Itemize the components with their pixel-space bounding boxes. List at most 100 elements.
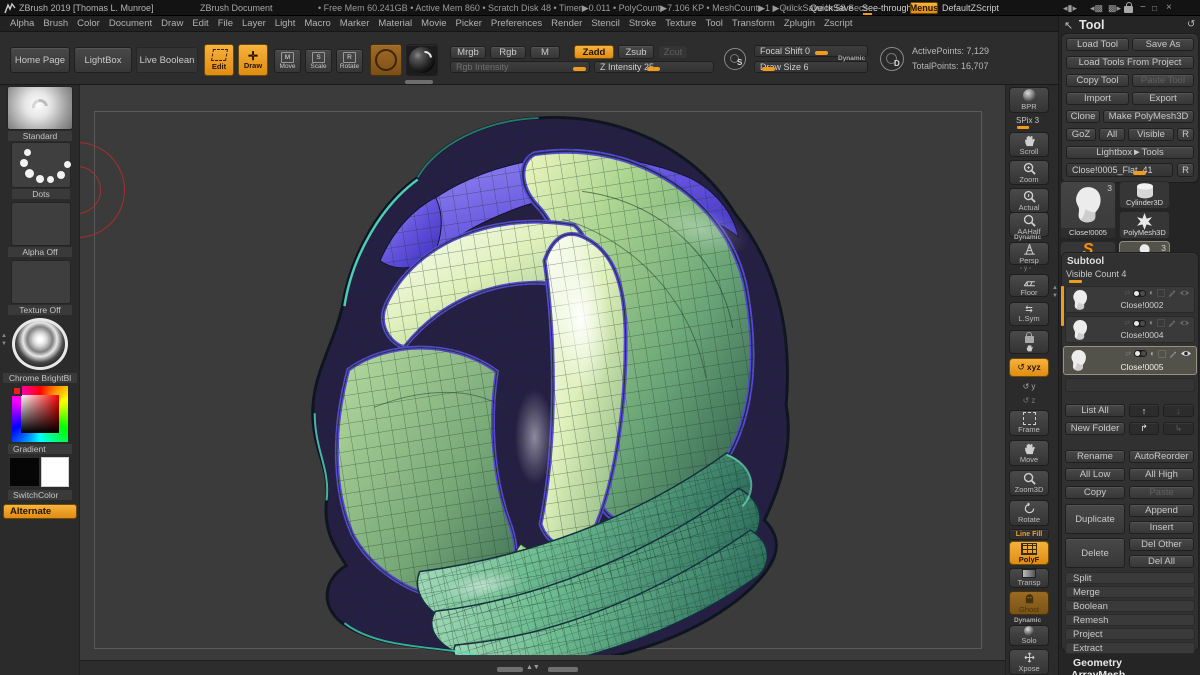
color-picker[interactable] <box>12 386 68 442</box>
quicksave-button[interactable]: QuickSave <box>810 3 854 13</box>
lock-icon[interactable] <box>1124 6 1133 13</box>
all-low-button[interactable]: All Low <box>1065 468 1125 481</box>
palette-back-icon[interactable]: ↖ <box>1064 19 1073 32</box>
frame-mini-icon[interactable] <box>1157 289 1165 297</box>
autoreorder-button[interactable]: AutoReorder <box>1129 450 1194 463</box>
menu-item[interactable]: Zscript <box>824 18 853 29</box>
polymesh3d-tool[interactable]: PolyMesh3D <box>1119 211 1170 239</box>
list-all-button[interactable]: List All <box>1065 404 1125 417</box>
visibility-toggle-icon[interactable] <box>1134 350 1147 357</box>
material-thumbnail[interactable] <box>12 318 68 370</box>
menu-item[interactable]: Material <box>378 18 412 29</box>
actual-button[interactable]: Actual <box>1009 188 1049 213</box>
subtool-section-row[interactable]: Split <box>1065 572 1195 584</box>
delete-button[interactable]: Delete <box>1065 538 1125 568</box>
subtool-section-row[interactable]: Merge <box>1065 586 1195 598</box>
menu-item[interactable]: Render <box>551 18 582 29</box>
zoom3d-button[interactable]: Zoom3D <box>1009 470 1049 496</box>
save-as-button[interactable]: Save As <box>1132 38 1194 51</box>
halfmoon-icon[interactable]: ◐ <box>1149 319 1154 327</box>
material-preview-button[interactable] <box>406 44 438 76</box>
paste-button[interactable]: Paste <box>1129 486 1194 499</box>
rgb-button[interactable]: Rgb <box>490 46 526 59</box>
move-button[interactable]: M Move <box>274 49 301 73</box>
zsub-button[interactable]: Zsub <box>618 45 654 59</box>
zadd-button[interactable]: Zadd <box>574 45 614 59</box>
insert-button[interactable]: Insert <box>1129 521 1194 534</box>
menu-item[interactable]: Layer <box>242 18 266 29</box>
top-tray-divider-handle[interactable] <box>405 80 433 84</box>
pair-arrows-icon[interactable]: ⇄ <box>1124 289 1130 297</box>
duplicate-button[interactable]: Duplicate <box>1065 504 1125 534</box>
tray-scroll-down-icon[interactable]: ▼ <box>1 341 7 347</box>
export-button[interactable]: Export <box>1132 92 1194 105</box>
subtool-row[interactable]: ⇄ ◐ Close!0004 <box>1065 316 1195 343</box>
dynamic-label[interactable]: Dynamic <box>838 55 865 62</box>
flat-slider-thumb[interactable] <box>1133 171 1146 175</box>
append-button[interactable]: Append <box>1129 504 1194 517</box>
menu-item[interactable]: Tool <box>705 18 722 29</box>
saturation-square[interactable] <box>21 395 59 433</box>
visibility-toggle-icon[interactable] <box>1133 320 1146 327</box>
floor-axis-toggles-icon[interactable]: ▫y▫ <box>1020 266 1033 272</box>
floor-button[interactable]: Floor <box>1009 274 1049 297</box>
zcut-button[interactable]: Zcut <box>658 45 688 59</box>
bottom-tray-handle-left[interactable] <box>497 667 523 672</box>
palette-cycle-left-icon[interactable]: ◂▩ <box>1090 3 1103 14</box>
rotate-button[interactable]: R Rotate <box>336 49 363 73</box>
menu-item[interactable]: Zplugin <box>784 18 815 29</box>
menus-button[interactable]: Menus <box>910 2 938 14</box>
rgb-intensity-thumb[interactable] <box>573 67 586 71</box>
menu-item[interactable]: Brush <box>43 18 68 29</box>
eye-icon[interactable] <box>1179 319 1190 327</box>
paste-tool-button[interactable]: Paste Tool <box>1132 74 1194 87</box>
goz-r-button[interactable]: R <box>1177 128 1194 141</box>
subtool-scroll-indicator[interactable] <box>1061 286 1064 326</box>
menu-item[interactable]: Edit <box>192 18 208 29</box>
menu-item[interactable]: Color <box>77 18 100 29</box>
alpha-thumbnail[interactable] <box>11 202 71 246</box>
make-polymesh3d-button[interactable]: Make PolyMesh3D <box>1103 110 1194 123</box>
bpr-button[interactable]: BPR <box>1009 87 1049 113</box>
focal-shift-thumb[interactable] <box>815 51 828 55</box>
focal-ring-s-icon[interactable]: S <box>724 48 746 70</box>
spix-slider[interactable]: SPix 3 <box>1016 116 1039 125</box>
subtool-section-row[interactable]: Boolean <box>1065 600 1195 612</box>
menu-item[interactable]: Draw <box>161 18 183 29</box>
move-3d-button[interactable]: Move <box>1009 440 1049 466</box>
move-up-button[interactable]: ↑ <box>1129 404 1159 417</box>
rgb-intensity-slider[interactable]: Rgb Intensity <box>450 61 590 73</box>
subtool-section-row[interactable]: Project <box>1065 628 1195 640</box>
halfmoon-icon[interactable]: ◐ <box>1150 350 1155 358</box>
flat-r-button[interactable]: R <box>1177 163 1194 177</box>
frame-mini-icon[interactable] <box>1157 319 1165 327</box>
tray-pager-icon[interactable]: ◂▮▸ <box>1063 3 1077 14</box>
lightbox-tools-button[interactable]: Lightbox►Tools <box>1066 146 1194 159</box>
copy-tool-button[interactable]: Copy Tool <box>1066 74 1129 87</box>
z-intensity-slider[interactable]: Z Intensity 25 <box>594 61 714 73</box>
edit-button[interactable]: Edit <box>204 44 234 76</box>
rotate-y-button[interactable]: ↺ y <box>1015 380 1043 392</box>
subtool-section-row[interactable]: Remesh <box>1065 614 1195 626</box>
canvas[interactable] <box>80 85 1005 660</box>
switch-color-button[interactable]: SwitchColor <box>7 489 73 501</box>
scale-button[interactable]: S Scale <box>305 49 332 73</box>
restore-button[interactable]: □ <box>1152 3 1157 13</box>
secondary-color-swatch[interactable] <box>41 457 69 487</box>
rotate-z-button[interactable]: ↺ z <box>1015 394 1043 406</box>
current-stroke-thumbnail[interactable] <box>11 142 71 188</box>
pair-arrows-icon[interactable]: ⇄ <box>1125 350 1131 358</box>
goz-all-button[interactable]: All <box>1099 128 1125 141</box>
menu-item[interactable]: Stencil <box>591 18 620 29</box>
rotate-xyz-button[interactable]: ↺ xyz <box>1009 358 1049 377</box>
menu-item[interactable]: Document <box>109 18 152 29</box>
menu-item[interactable]: Alpha <box>10 18 34 29</box>
lightbox-button[interactable]: LightBox <box>74 47 132 73</box>
copy-button[interactable]: Copy <box>1065 486 1125 499</box>
solo-button[interactable]: Solo <box>1009 625 1049 646</box>
move-out-folder-button[interactable]: ↳ <box>1163 422 1194 435</box>
rename-button[interactable]: Rename <box>1065 450 1125 463</box>
minimize-button[interactable]: − <box>1140 2 1146 13</box>
palette-cycle-right-icon[interactable]: ▩▸ <box>1108 3 1121 14</box>
active-tool-thumbnail[interactable]: 3 Close!0005 <box>1060 181 1116 239</box>
